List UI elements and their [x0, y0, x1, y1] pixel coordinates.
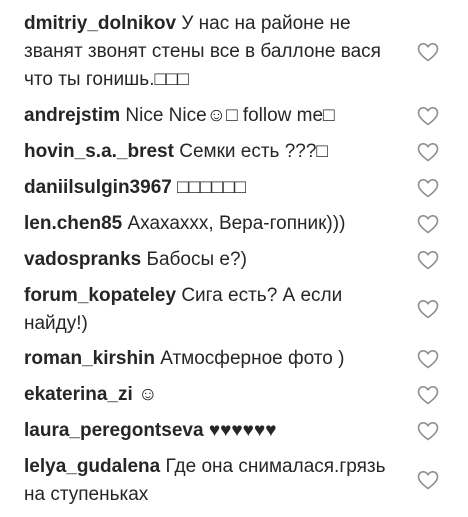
- comment-text: ekaterina_zi ☺: [24, 381, 394, 409]
- comment-body: □□□□□□: [177, 177, 246, 198]
- comment-list: dmitriy_dolnikov У нас на районе не зван…: [0, 0, 468, 517]
- comment-body: Семки есть ???□: [179, 141, 328, 162]
- comment-username[interactable]: roman_kirshin: [24, 348, 155, 369]
- comment-text: dmitriy_dolnikov У нас на районе не зван…: [24, 10, 394, 94]
- comment-text: andrejstim Nice Nice☺□ follow me□: [24, 102, 394, 130]
- comment-text: daniilsulgin3967 □□□□□□: [24, 174, 394, 202]
- heart-outline-icon[interactable]: [416, 176, 440, 200]
- comment-text: vadospranks Бабосы е?): [24, 246, 394, 274]
- comment-body: Бабосы е?): [146, 249, 247, 270]
- heart-outline-icon[interactable]: [416, 347, 440, 371]
- comment-username[interactable]: forum_kopateley: [24, 285, 176, 306]
- comment-username[interactable]: hovin_s.a._brest: [24, 141, 174, 162]
- comment-text: laura_peregontseva ♥♥♥♥♥♥: [24, 417, 394, 445]
- comment-text: lelya_gudalena Где она снималася.грязь н…: [24, 453, 394, 509]
- comment-body: Ахахаххх, Вера-гопник))): [127, 213, 346, 234]
- comment-username[interactable]: laura_peregontseva: [24, 420, 204, 441]
- heart-outline-icon[interactable]: [416, 104, 440, 128]
- heart-outline-icon[interactable]: [416, 248, 440, 272]
- comment-text: hovin_s.a._brest Семки есть ???□: [24, 138, 394, 166]
- heart-outline-icon[interactable]: [416, 140, 440, 164]
- comment-username[interactable]: vadospranks: [24, 249, 141, 270]
- heart-outline-icon[interactable]: [416, 297, 440, 321]
- comment-username[interactable]: len.chen85: [24, 213, 122, 234]
- comment-text: len.chen85 Ахахаххх, Вера-гопник))): [24, 210, 394, 238]
- comment-body: Nice Nice☺□ follow me□: [125, 105, 335, 126]
- heart-outline-icon[interactable]: [416, 40, 440, 64]
- comment-text: forum_kopateley Сига есть? А если найду!…: [24, 282, 394, 338]
- comment-body: Атмосферное фото ): [160, 348, 345, 369]
- comment-username[interactable]: ekaterina_zi: [24, 384, 133, 405]
- comment-username[interactable]: daniilsulgin3967: [24, 177, 172, 198]
- comment-text: roman_kirshin Атмосферное фото ): [24, 345, 394, 373]
- heart-outline-icon[interactable]: [416, 383, 440, 407]
- comment-body: ♥♥♥♥♥♥: [208, 420, 277, 441]
- heart-outline-icon[interactable]: [416, 419, 440, 443]
- comment-username[interactable]: andrejstim: [24, 105, 120, 126]
- comment-body: ☺: [138, 384, 158, 405]
- heart-outline-icon[interactable]: [416, 468, 440, 492]
- comment-username[interactable]: lelya_gudalena: [24, 456, 160, 477]
- heart-outline-icon[interactable]: [416, 212, 440, 236]
- comment-username[interactable]: dmitriy_dolnikov: [24, 13, 176, 34]
